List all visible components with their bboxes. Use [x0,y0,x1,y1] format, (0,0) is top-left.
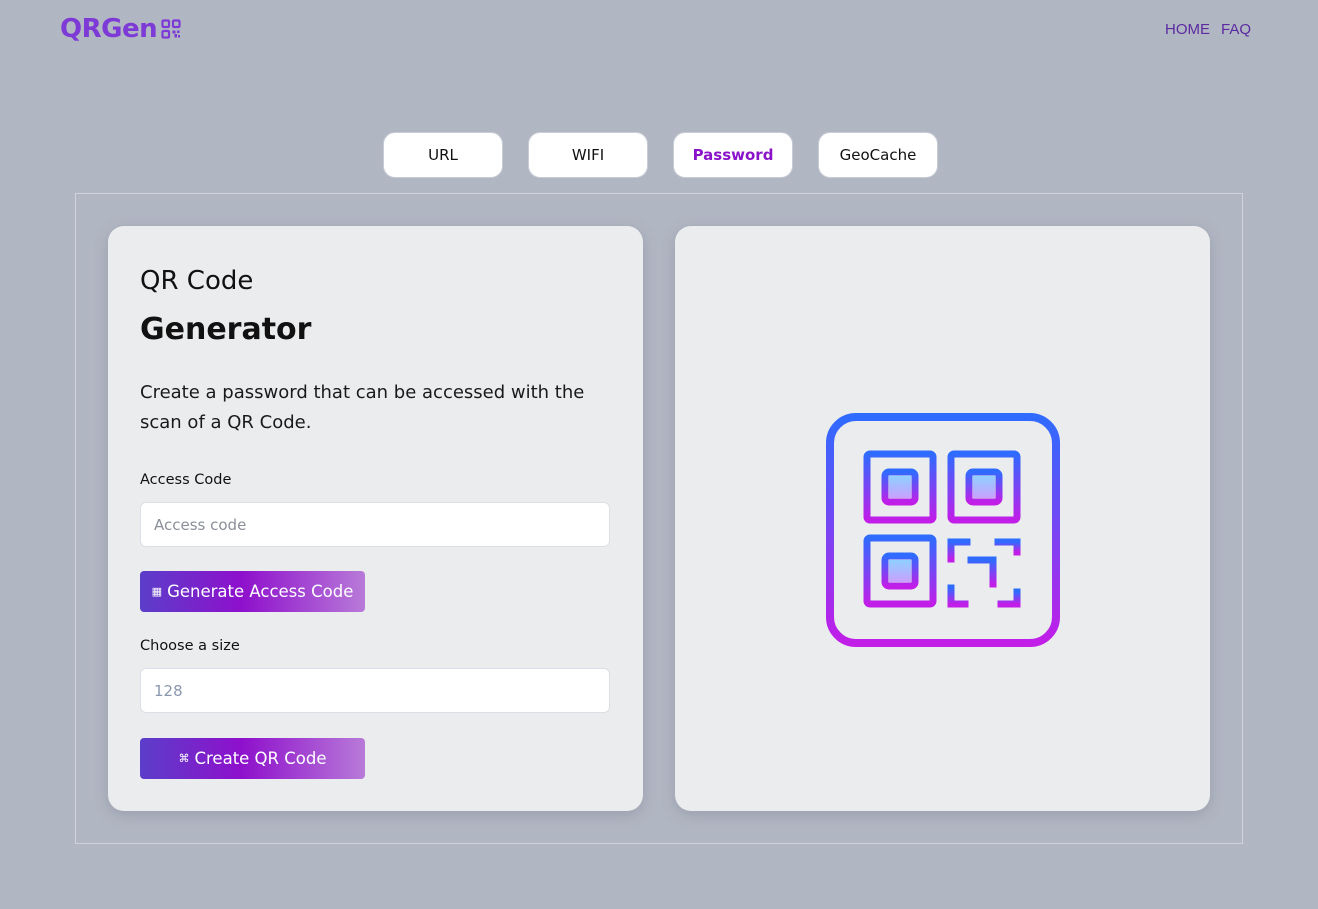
generate-access-code-label: Generate Access Code [167,582,354,601]
access-code-label: Access Code [140,472,232,488]
nav-faq-link[interactable]: FAQ [1221,21,1251,38]
create-qr-code-button[interactable]: ⌘ Create QR Code [140,738,365,779]
size-input[interactable] [140,668,610,713]
nav-home-link[interactable]: HOME [1165,21,1210,38]
top-nav: HOME FAQ [1165,21,1251,38]
form-subtitle: Generator [140,312,312,347]
qr-code-illustration-icon [826,413,1060,647]
qr-preview-card [675,226,1210,811]
qr-icon: ⌘ [178,752,190,765]
logo-text: QRGen [60,14,158,44]
generator-form-card: QR Code Generator Create a password that… [108,226,643,811]
tab-wifi[interactable]: WIFI [528,132,648,178]
generate-access-code-button[interactable]: ▦ Generate Access Code [140,571,365,612]
access-code-input[interactable] [140,502,610,547]
form-title: QR Code [140,266,254,296]
tab-geocache[interactable]: GeoCache [818,132,938,178]
logo[interactable]: QRGen [60,14,181,44]
form-description: Create a password that can be accessed w… [140,382,585,433]
header: QRGen HOME FAQ [0,0,1318,62]
qr-icon: ▦ [151,585,163,598]
tab-password[interactable]: Password [673,132,793,178]
qr-logo-icon [161,19,181,39]
tab-url[interactable]: URL [383,132,503,178]
mode-tabs: URL WIFI Password GeoCache [383,132,938,178]
create-qr-code-label: Create QR Code [194,749,327,768]
size-label: Choose a size [140,638,240,654]
